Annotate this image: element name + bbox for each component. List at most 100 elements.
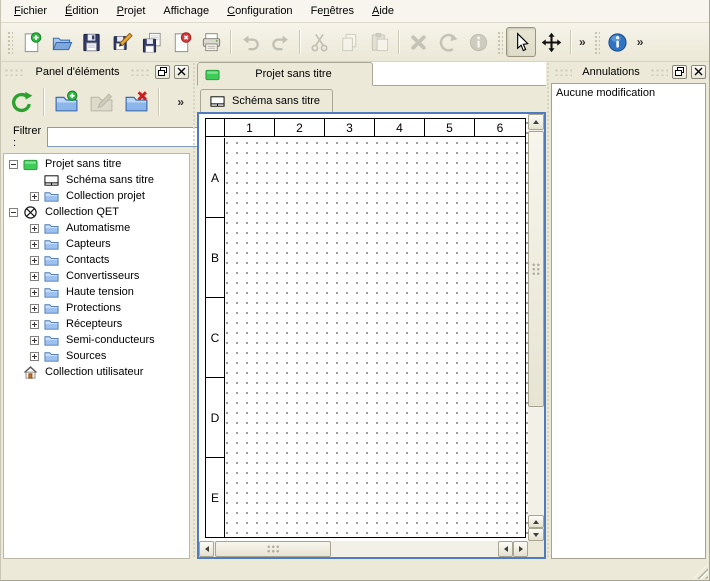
diagram-canvas[interactable]: 123456 ABCDE <box>199 114 528 541</box>
tree-item-contacts[interactable]: Contacts <box>4 252 189 268</box>
scroll-up-button-2[interactable] <box>528 515 544 528</box>
expander-minus-icon[interactable] <box>9 208 18 217</box>
copy-button[interactable] <box>334 27 364 57</box>
tree-item-semi-conducteurs[interactable]: Semi-conducteurs <box>4 332 189 348</box>
element-info-button[interactable] <box>463 27 493 57</box>
menu-fenetres[interactable]: Fenêtres <box>302 2 363 20</box>
open-project-button[interactable] <box>46 27 76 57</box>
expander-plus-icon[interactable] <box>30 192 39 201</box>
undo-history-list[interactable]: Aucune modification <box>551 83 706 559</box>
paste-button[interactable] <box>364 27 394 57</box>
menu-affichage[interactable]: Affichage <box>154 2 218 20</box>
save-all-button[interactable] <box>136 27 166 57</box>
dock-drag-handle[interactable] <box>650 67 668 76</box>
delete-category-button[interactable] <box>120 86 152 118</box>
expander-plus-icon[interactable] <box>30 352 39 361</box>
reload-collections-button[interactable] <box>5 86 37 118</box>
tree-item-recepteurs[interactable]: Récepteurs <box>4 316 189 332</box>
delete-button[interactable] <box>403 27 433 57</box>
save-button[interactable] <box>76 27 106 57</box>
toolbar-overflow-button[interactable]: » <box>575 35 590 49</box>
elements-panel-title: Panel d'éléments <box>29 66 125 78</box>
toolbar-drag-handle[interactable] <box>496 30 503 54</box>
print-button[interactable] <box>196 27 226 57</box>
close-file-button[interactable] <box>166 27 196 57</box>
tree-item-label: Haute tension <box>64 286 134 298</box>
close-icon <box>694 67 703 76</box>
redo-button[interactable] <box>265 27 295 57</box>
cut-button[interactable] <box>304 27 334 57</box>
folder-icon <box>43 237 60 252</box>
tree-item-projet-sans-titre[interactable]: Projet sans titre <box>4 156 189 172</box>
select-tool-button[interactable] <box>506 27 536 57</box>
expander-plus-icon[interactable] <box>30 304 39 313</box>
tree-item-collection-utilisateur[interactable]: Collection utilisateur <box>4 364 189 380</box>
element-tree[interactable]: Projet sans titreSchéma sans titreCollec… <box>3 153 190 559</box>
arrow-up-icon <box>533 517 539 524</box>
expander-plus-icon[interactable] <box>30 288 39 297</box>
scroll-left-button[interactable] <box>199 541 214 557</box>
diagram-row-A: A <box>206 138 224 218</box>
rotate-button[interactable] <box>433 27 463 57</box>
expander-plus-icon[interactable] <box>30 240 39 249</box>
save-as-button[interactable] <box>106 27 136 57</box>
dock-float-button[interactable] <box>672 65 687 79</box>
new-document-icon <box>20 31 43 54</box>
menu-projet[interactable]: Projet <box>108 2 155 20</box>
tab-schema[interactable]: Schéma sans titre <box>200 89 333 112</box>
filter-input[interactable] <box>47 127 199 147</box>
move-tool-button[interactable] <box>536 27 566 57</box>
scroll-down-button[interactable] <box>528 528 544 541</box>
menu-aide[interactable]: Aide <box>363 2 403 20</box>
dock-close-button[interactable] <box>174 65 189 79</box>
toolbar-separator <box>299 30 300 54</box>
horizontal-scroll-thumb[interactable] <box>215 541 331 557</box>
tree-item-schema-sans-titre[interactable]: Schéma sans titre <box>4 172 189 188</box>
qet-info-button[interactable] <box>603 27 633 57</box>
new-document-button[interactable] <box>16 27 46 57</box>
tree-item-convertisseurs[interactable]: Convertisseurs <box>4 268 189 284</box>
dock-close-button[interactable] <box>691 65 706 79</box>
scroll-right-button[interactable] <box>513 541 528 557</box>
expander-plus-icon[interactable] <box>30 256 39 265</box>
dock-float-button[interactable] <box>155 65 170 79</box>
scrollbar-corner <box>528 541 544 557</box>
menu-edition[interactable]: Édition <box>56 2 108 20</box>
panel-toolbar-overflow-button[interactable]: » <box>173 95 188 109</box>
tree-item-protections[interactable]: Protections <box>4 300 189 316</box>
toolbar-separator <box>570 30 571 54</box>
scroll-left-button-2[interactable] <box>498 541 513 557</box>
toolbar-drag-handle[interactable] <box>593 30 600 54</box>
horizontal-scrollbar[interactable] <box>199 541 528 557</box>
tab-project[interactable]: Projet sans titre <box>197 62 373 86</box>
resize-grip[interactable] <box>693 564 708 579</box>
tree-item-collection-qet[interactable]: Collection QET <box>4 204 189 220</box>
tree-item-haute-tension[interactable]: Haute tension <box>4 284 189 300</box>
tree-item-collection-projet[interactable]: Collection projet <box>4 188 189 204</box>
expander-plus-icon[interactable] <box>30 336 39 345</box>
menu-fichier[interactable]: Fichier <box>5 2 56 20</box>
tree-item-sources[interactable]: Sources <box>4 348 189 364</box>
toolbar-separator <box>230 30 231 54</box>
menu-configuration[interactable]: Configuration <box>218 2 301 20</box>
toolbar-overflow-button[interactable]: » <box>633 35 648 49</box>
vertical-scrollbar[interactable] <box>528 114 544 541</box>
undo-button[interactable] <box>235 27 265 57</box>
diagram-column-6: 6 <box>475 119 525 136</box>
dock-drag-handle[interactable] <box>554 67 572 76</box>
expander-minus-icon[interactable] <box>9 160 18 169</box>
new-category-button[interactable] <box>50 86 82 118</box>
dock-drag-handle[interactable] <box>4 67 25 76</box>
diagram-column-2: 2 <box>275 119 325 136</box>
vertical-scroll-thumb[interactable] <box>528 131 544 407</box>
tree-item-capteurs[interactable]: Capteurs <box>4 236 189 252</box>
edit-category-button[interactable] <box>85 86 117 118</box>
toolbar-drag-handle[interactable] <box>6 30 13 54</box>
tree-item-label: Récepteurs <box>64 318 122 330</box>
expander-plus-icon[interactable] <box>30 224 39 233</box>
scroll-up-button[interactable] <box>528 114 544 130</box>
expander-plus-icon[interactable] <box>30 320 39 329</box>
dock-drag-handle[interactable] <box>130 67 151 76</box>
expander-plus-icon[interactable] <box>30 272 39 281</box>
tree-item-automatisme[interactable]: Automatisme <box>4 220 189 236</box>
